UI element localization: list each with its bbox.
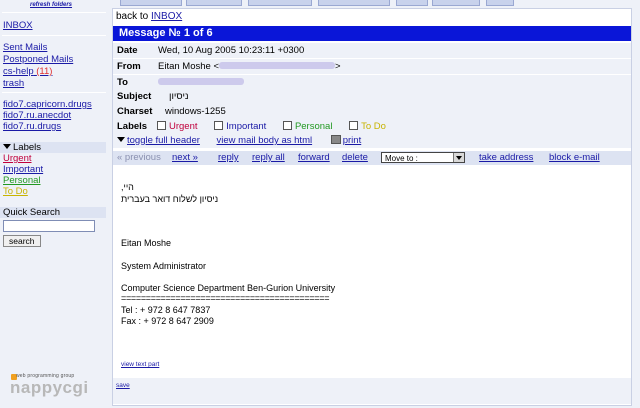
to-address-redacted[interactable]	[158, 78, 244, 85]
subject-value: ניסיון	[169, 91, 189, 102]
folder-label: cs-help	[3, 66, 34, 77]
back-to-inbox-link[interactable]: INBOX	[151, 11, 182, 22]
important-checkbox-label: Important	[226, 121, 267, 132]
refresh-folders-link[interactable]: refresh folders	[30, 2, 72, 8]
from-address-redacted[interactable]	[219, 62, 335, 69]
logo-wordmark: nappycgi	[10, 378, 89, 397]
view-text-part-link[interactable]: view text part	[121, 361, 159, 368]
search-button[interactable]: search	[3, 235, 41, 247]
personal-checkbox-label: Personal	[294, 121, 333, 132]
subject-label: Subject	[117, 91, 152, 102]
sidebar-label-personal[interactable]: Personal	[3, 175, 41, 186]
collapse-triangle-icon	[3, 144, 11, 149]
body-line: ניסיון לשלוח דואר בעברית	[121, 194, 219, 204]
signature-name: Eitan Moshe	[121, 238, 172, 248]
sidebar-item-cs-help[interactable]: cs-help (11)	[3, 66, 52, 77]
next-link[interactable]: next »	[172, 151, 198, 165]
top-tab[interactable]	[120, 0, 182, 6]
top-tab[interactable]	[486, 0, 514, 6]
labels-title: Labels	[13, 142, 41, 153]
back-prefix: back to	[116, 11, 149, 22]
print-control[interactable]: print	[330, 135, 361, 146]
body-greeting: היי,	[121, 182, 134, 192]
message-view: back to INBOX Message № 1 of 6 Date Wed,…	[112, 8, 632, 406]
signature-rule: ========================================…	[121, 293, 330, 303]
delete-link[interactable]: delete	[342, 151, 368, 165]
todo-checkbox[interactable]	[349, 121, 359, 130]
previous-link[interactable]: « previous	[117, 151, 161, 165]
top-tab[interactable]	[186, 0, 242, 6]
move-to-value: Move to :	[385, 154, 418, 163]
todo-checkbox-label: To Do	[361, 121, 386, 132]
message-tools-row: toggle full header view mail body as htm…	[113, 134, 631, 148]
personal-checkbox[interactable]	[282, 121, 292, 130]
message-body: היי, ניסיון לשלוח דואר בעברית Eitan Mosh…	[113, 172, 631, 378]
block-email-link[interactable]: block e-mail	[549, 151, 600, 165]
unread-count: (11)	[36, 66, 53, 77]
happycgi-logo: web programming group nappycgi	[10, 373, 100, 397]
header-from-row: From Eitan Moshe < >	[113, 59, 631, 75]
labels-section-header[interactable]: Labels	[0, 142, 106, 153]
printer-icon	[330, 135, 341, 144]
message-title-bar: Message № 1 of 6	[113, 26, 631, 41]
header-charset-row: Charset windows-1255	[113, 104, 631, 120]
from-value: Eitan Moshe < >	[158, 59, 341, 74]
to-label: To	[117, 77, 128, 88]
sidebar-item-inbox[interactable]: INBOX	[3, 20, 33, 31]
charset-value: windows-1255	[165, 106, 226, 117]
back-row: back to INBOX	[113, 11, 634, 23]
message-footer: save	[113, 378, 631, 404]
print-link[interactable]: print	[343, 135, 361, 146]
view-html-link[interactable]: view mail body as html	[217, 135, 313, 146]
sidebar: refresh folders INBOX Sent Mails Postpon…	[0, 0, 106, 408]
divider	[2, 35, 106, 36]
sidebar-item-trash[interactable]: trash	[3, 78, 24, 89]
date-value: Wed, 10 Aug 2005 10:23:11 +0300	[158, 45, 305, 56]
date-label: Date	[117, 45, 138, 56]
top-tab[interactable]	[396, 0, 428, 6]
take-address-link[interactable]: take address	[479, 151, 533, 165]
toggle-full-header-link[interactable]: toggle full header	[127, 135, 200, 146]
divider	[2, 12, 106, 13]
sidebar-item-sent-mails[interactable]: Sent Mails	[3, 42, 47, 53]
important-checkbox[interactable]	[214, 121, 224, 130]
sidebar-item-newsgroup[interactable]: fido7.ru.anecdot	[3, 110, 71, 121]
dropdown-arrow-icon	[453, 153, 464, 162]
top-tab[interactable]	[248, 0, 312, 6]
forward-link[interactable]: forward	[298, 151, 330, 165]
urgent-checkbox-label: Urgent	[169, 121, 198, 132]
to-value	[158, 75, 244, 90]
quick-search-header: Quick Search	[0, 207, 106, 218]
signature-tel: Tel : + 972 8 647 7837	[121, 305, 211, 315]
charset-label: Charset	[117, 106, 153, 117]
move-to-select[interactable]: Move to :	[381, 152, 465, 163]
header-subject-row: Subject ניסיון	[113, 89, 631, 105]
reply-all-link[interactable]: reply all	[252, 151, 285, 165]
save-link[interactable]: save	[116, 382, 130, 389]
reply-link[interactable]: reply	[218, 151, 239, 165]
signature-department: Computer Science Department Ben-Gurion U…	[121, 283, 336, 293]
top-tab[interactable]	[432, 0, 480, 6]
header-labels-row: Labels Urgent Important Personal To Do	[113, 119, 631, 135]
top-tab[interactable]	[318, 0, 390, 6]
label-checkboxes: Urgent Important Personal To Do	[151, 119, 386, 134]
sidebar-label-urgent[interactable]: Urgent	[3, 153, 32, 164]
sidebar-label-todo[interactable]: To Do	[3, 186, 28, 197]
sidebar-item-newsgroup[interactable]: fido7.ru.drugs	[3, 121, 61, 132]
signature-title: System Administrator	[121, 261, 207, 271]
toggle-triangle-icon	[117, 137, 125, 142]
urgent-checkbox[interactable]	[157, 121, 166, 130]
labels-label: Labels	[117, 121, 148, 132]
sidebar-label-important[interactable]: Important	[3, 164, 43, 175]
sidebar-item-newsgroup[interactable]: fido7.capricorn.drugs	[3, 99, 92, 110]
message-actions-bar: « previous next » reply reply all forwar…	[113, 151, 631, 165]
from-close: >	[335, 61, 341, 72]
sidebar-item-postponed-mails[interactable]: Postponed Mails	[3, 54, 73, 65]
header-date-row: Date Wed, 10 Aug 2005 10:23:11 +0300	[113, 43, 631, 59]
from-label: From	[117, 61, 141, 72]
divider	[2, 92, 106, 93]
signature-fax: Fax : + 972 8 647 2909	[121, 316, 214, 326]
from-name: Eitan Moshe <	[158, 61, 219, 72]
quick-search-input[interactable]	[3, 220, 95, 232]
